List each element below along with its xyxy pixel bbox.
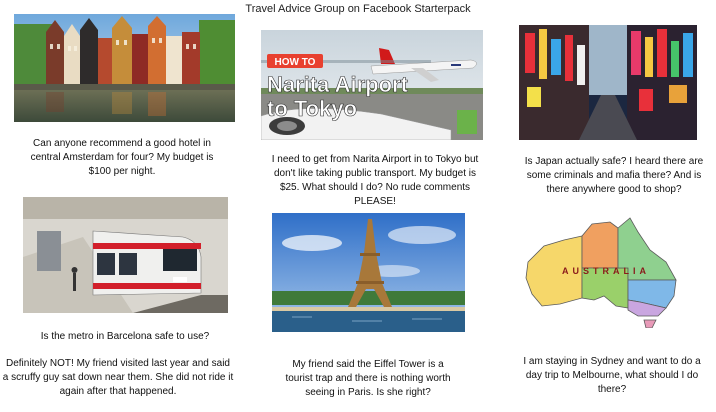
narita-banner-line1: Narita Airport	[267, 72, 409, 97]
eiffel-tower-photo	[272, 213, 465, 332]
narita-airport-photo: HOW TO Narita Airport to Tokyo	[261, 30, 483, 140]
australia-map-label: AUSTRALIA	[562, 266, 650, 276]
amsterdam-canal-photo	[14, 14, 235, 122]
barcelona-metro-photo	[23, 197, 228, 313]
australia-map: AUSTRALIA	[520, 210, 698, 328]
paris-question: My friend said the Eiffel Tower is a tou…	[285, 359, 451, 398]
narita-question: I need to get from Narita Airport in to …	[271, 154, 479, 207]
narita-banner-tag: HOW TO	[275, 57, 316, 68]
barcelona-question: Is the metro in Barcelona safe to use?	[40, 331, 210, 342]
barcelona-reply: Definitely NOT! My friend visited last y…	[2, 358, 234, 397]
japan-street-photo	[519, 25, 697, 140]
amsterdam-question: Can anyone recommend a good hotel in cen…	[30, 138, 214, 177]
australia-question: I am staying in Sydney and want to do a …	[523, 356, 701, 395]
narita-banner-line2: to Tokyo	[267, 96, 357, 121]
japan-question: Is Japan actually safe? I heard there ar…	[524, 156, 704, 195]
